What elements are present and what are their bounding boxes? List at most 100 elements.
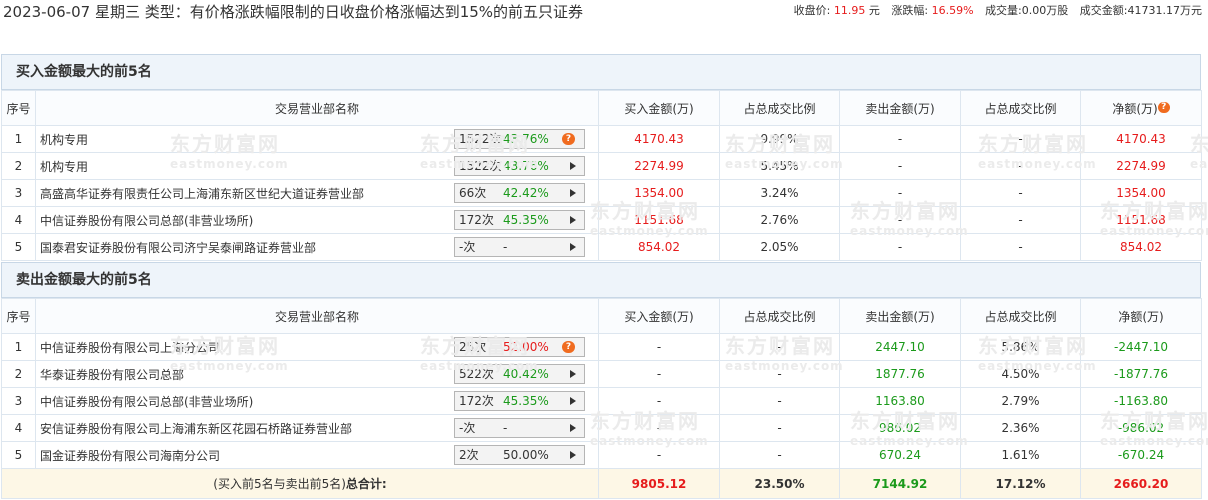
row-sell-ratio: 1.61% xyxy=(960,441,1081,469)
amount-label: 成交金额: xyxy=(1079,4,1128,17)
total-sell: 7144.92 xyxy=(839,468,961,499)
row-buy-ratio: - xyxy=(719,441,840,469)
col-sell: 卖出金额(万) xyxy=(839,90,961,126)
row-sell-ratio: - xyxy=(960,179,1081,207)
branch-cell: 安信证券股份有限公司上海浦东新区花园石桥路证券营业部 -次 - xyxy=(35,414,599,442)
arrow-right-icon[interactable] xyxy=(570,243,576,251)
branch-name-link[interactable]: 中信证券股份有限公司上海分公司 xyxy=(40,341,220,355)
row-sell-ratio: 2.79% xyxy=(960,387,1081,415)
price-summary: 收盘价: 11.95 元 涨跌幅: 16.59% 成交量:0.00万股 成交金额… xyxy=(794,4,1202,18)
question-bubble-icon[interactable]: ? xyxy=(562,341,575,353)
arrow-right-icon[interactable] xyxy=(570,189,576,197)
branch-stat-box[interactable]: 2次 50.00% xyxy=(454,445,585,465)
stat-percent: 40.42% xyxy=(503,367,549,381)
table-row: 2 机构专用 1522次 43.76% 2274.99 5.45% - -2274.99 xyxy=(1,152,1202,180)
col-buy-ratio: 占总成交比例 xyxy=(719,90,840,126)
row-sell-ratio: - xyxy=(960,152,1081,180)
col-seq: 序号 xyxy=(1,298,36,334)
branch-cell: 华泰证券股份有限公司总部 522次 40.42% xyxy=(35,360,599,388)
row-sell: 2447.10 xyxy=(839,333,961,361)
stat-count: 1522次 xyxy=(459,159,502,173)
branch-name-link[interactable]: 中信证券股份有限公司总部(非营业场所) xyxy=(40,214,253,228)
row-buy: - xyxy=(598,333,720,361)
branch-stat-box[interactable]: 172次 45.35% xyxy=(454,210,585,230)
total-sell-ratio: 17.12% xyxy=(960,468,1081,499)
branch-name-link[interactable]: 国金证券股份有限公司海南分公司 xyxy=(40,449,220,463)
row-buy: - xyxy=(598,441,720,469)
branch-cell: 中信证券股份有限公司总部(非营业场所) 172次 45.35% xyxy=(35,206,599,234)
total-buy-ratio: 23.50% xyxy=(719,468,840,499)
stat-count: 172次 xyxy=(459,213,494,227)
row-seq: 3 xyxy=(1,179,36,207)
branch-cell: 机构专用 1522次 43.76% xyxy=(35,152,599,180)
arrow-right-icon[interactable] xyxy=(570,216,576,224)
row-buy-ratio: 2.05% xyxy=(719,233,840,261)
table-row: 5 国泰君安证券股份有限公司济宁吴泰闸路证券营业部 -次 -854.02 2.05% - -… xyxy=(1,233,1202,261)
arrow-right-icon[interactable] xyxy=(570,424,576,432)
row-seq: 4 xyxy=(1,414,36,442)
branch-name-link[interactable]: 机构专用 xyxy=(40,160,88,174)
volume-value: 0.00万股 xyxy=(1021,4,1069,17)
table-row: 3 中信证券股份有限公司总部(非营业场所) 172次 45.35% - -1163.80 2… xyxy=(1,387,1202,415)
row-sell-ratio: - xyxy=(960,125,1081,153)
row-net: 2274.99 xyxy=(1080,152,1202,180)
row-buy-ratio: - xyxy=(719,414,840,442)
branch-stat-box[interactable]: 1522次 43.76%? xyxy=(454,129,585,149)
branch-name-link[interactable]: 华泰证券股份有限公司总部 xyxy=(40,368,184,382)
col-net: 净额(万) xyxy=(1080,298,1202,334)
branch-stat-box[interactable]: 522次 40.42% xyxy=(454,364,585,384)
buy-table: 序号 交易营业部名称 买入金额(万) 占总成交比例 卖出金额(万) 占总成交比例… xyxy=(1,90,1202,261)
branch-stat-box[interactable]: 66次 42.42% xyxy=(454,183,585,203)
stat-percent: 45.35% xyxy=(503,213,549,227)
buy-table-body: 1 机构专用 1522次 43.76%? 4170.43 9.99% - -4170.43 2 机… xyxy=(1,125,1202,261)
arrow-right-icon[interactable] xyxy=(570,397,576,405)
branch-stat-box[interactable]: 25次 52.00%? xyxy=(454,337,585,357)
stat-percent: 52.00% xyxy=(503,340,549,354)
total-buy: 9805.12 xyxy=(598,468,720,499)
branch-stat-box[interactable]: 172次 45.35% xyxy=(454,391,585,411)
row-net: -670.24 xyxy=(1080,441,1202,469)
branch-cell: 中信证券股份有限公司上海分公司 25次 52.00%? xyxy=(35,333,599,361)
branch-stat-box[interactable]: 1522次 43.76% xyxy=(454,156,585,176)
col-name: 交易营业部名称 xyxy=(35,298,599,334)
col-net: 净额(万)? xyxy=(1080,90,1202,126)
branch-name-link[interactable]: 高盛高华证券有限责任公司上海浦东新区世纪大道证券营业部 xyxy=(40,187,364,201)
stat-percent: 43.76% xyxy=(503,159,549,173)
branch-cell: 国泰君安证券股份有限公司济宁吴泰闸路证券营业部 -次 - xyxy=(35,233,599,261)
branch-stat-box[interactable]: -次 - xyxy=(454,418,585,438)
col-buy: 买入金额(万) xyxy=(598,298,720,334)
stat-percent: 43.76% xyxy=(503,132,549,146)
stat-count: 172次 xyxy=(459,394,494,408)
page-title: 2023-06-07 星期三 类型：有价格涨跌幅限制的日收盘价格涨幅达到15%的… xyxy=(3,3,584,21)
row-sell: - xyxy=(839,125,961,153)
arrow-right-icon[interactable] xyxy=(570,370,576,378)
stat-count: 2次 xyxy=(459,448,479,462)
table-row: 2 华泰证券股份有限公司总部 522次 40.42% - -1877.76 4.50% -18… xyxy=(1,360,1202,388)
stat-count: -次 xyxy=(459,421,476,435)
col-net-label: 净额(万) xyxy=(1112,101,1158,116)
row-buy: - xyxy=(598,360,720,388)
table-row: 4 中信证券股份有限公司总部(非营业场所) 172次 45.35% 1151.68 2.7… xyxy=(1,206,1202,234)
branch-stat-box[interactable]: -次 - xyxy=(454,237,585,257)
row-buy: - xyxy=(598,387,720,415)
arrow-right-icon[interactable] xyxy=(570,451,576,459)
row-net: -2447.10 xyxy=(1080,333,1202,361)
col-buy: 买入金额(万) xyxy=(598,90,720,126)
row-buy: 2274.99 xyxy=(598,152,720,180)
row-seq: 1 xyxy=(1,333,36,361)
branch-name-link[interactable]: 国泰君安证券股份有限公司济宁吴泰闸路证券营业部 xyxy=(40,241,316,255)
help-icon[interactable]: ? xyxy=(1157,101,1170,113)
stat-count: -次 xyxy=(459,240,476,254)
branch-cell: 国金证券股份有限公司海南分公司 2次 50.00% xyxy=(35,441,599,469)
row-net: -1877.76 xyxy=(1080,360,1202,388)
row-seq: 4 xyxy=(1,206,36,234)
branch-name-link[interactable]: 机构专用 xyxy=(40,133,88,147)
row-seq: 2 xyxy=(1,152,36,180)
branch-name-link[interactable]: 中信证券股份有限公司总部(非营业场所) xyxy=(40,395,253,409)
question-bubble-icon[interactable]: ? xyxy=(562,133,575,145)
branch-name-link[interactable]: 安信证券股份有限公司上海浦东新区花园石桥路证券营业部 xyxy=(40,422,352,436)
row-net: -1163.80 xyxy=(1080,387,1202,415)
row-sell: - xyxy=(839,206,961,234)
row-seq: 5 xyxy=(1,441,36,469)
arrow-right-icon[interactable] xyxy=(570,162,576,170)
